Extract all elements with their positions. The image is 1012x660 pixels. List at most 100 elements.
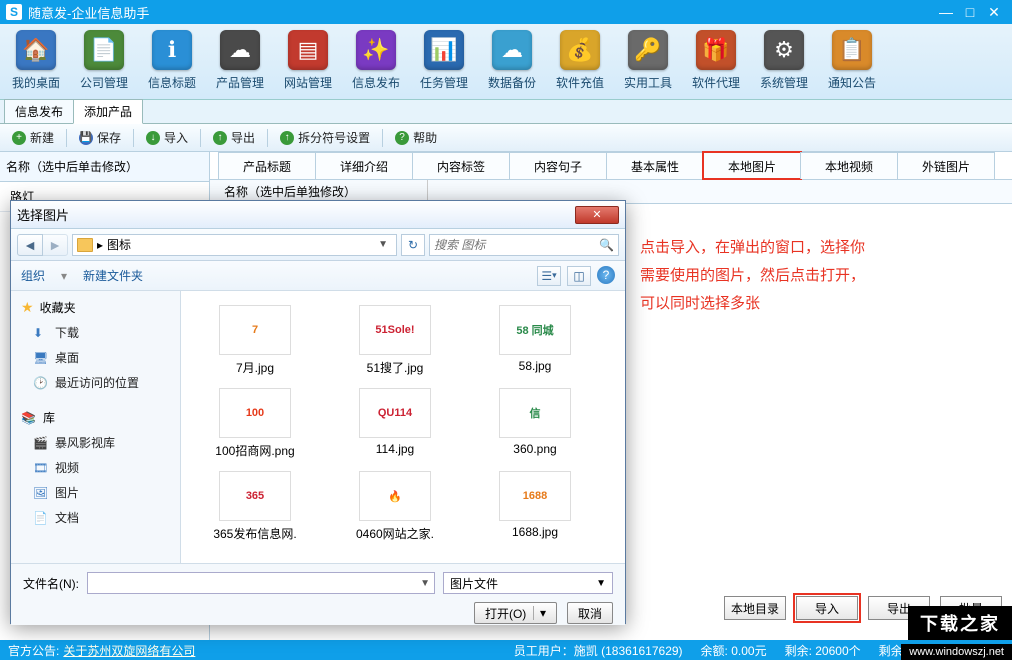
sidebar-item-bf[interactable]: 🎬暴风影视库 [11, 430, 180, 455]
file-list: 77月.jpg51Sole!51搜了.jpg58 同城58.jpg 100100招… [181, 291, 625, 563]
toolbar-item-2[interactable]: ℹ信息标题 [140, 30, 204, 99]
toolbar-icon: ⚙ [764, 30, 804, 70]
dialog-sidebar: ★收藏夹 ⬇下载 🖥桌面 🕑最近访问的位置 📚库 🎬暴风影视库 🎞视频 🖼图片 … [11, 291, 181, 563]
path-bar[interactable]: ▸ 图标 ▼ [72, 234, 397, 256]
titlebar: S 随意发-企业信息助手 — □ ✕ [0, 0, 1012, 24]
sidebar-favorites[interactable]: ★收藏夹 [11, 295, 180, 320]
new-folder-button[interactable]: 新建文件夹 [83, 267, 143, 284]
sidebar-item-downloads[interactable]: ⬇下载 [11, 320, 180, 345]
new-button[interactable]: +新建 [6, 127, 60, 148]
filename-input[interactable]: ▼ [87, 572, 435, 594]
path-dropdown-icon[interactable]: ▼ [374, 239, 392, 250]
file-tab-1[interactable]: 添加产品 [73, 99, 143, 124]
main-toolbar: 🏠我的桌面📄公司管理ℹ信息标题☁产品管理▤网站管理✨信息发布📊任务管理 ☁ 数据备份… [0, 24, 1012, 100]
watermark-url: www.windowszj.net [901, 644, 1012, 660]
refresh-button[interactable]: ↻ [401, 234, 425, 256]
sidebar-item-documents[interactable]: 📄文档 [11, 505, 180, 530]
view-mode-button[interactable]: ☰ ▾ [537, 266, 561, 286]
file-name: 7月.jpg [236, 359, 274, 376]
toolbar-icon: 🔑 [628, 30, 668, 70]
category-tab-3[interactable]: 内容句子 [509, 152, 607, 179]
toolbar-icon: 📊 [424, 30, 464, 70]
status-link[interactable]: 关于苏州双旋网络有公司 [63, 642, 195, 659]
search-bar[interactable]: 🔍 [429, 234, 619, 256]
sidebar-item-desktop[interactable]: 🖥桌面 [11, 345, 180, 370]
file-item[interactable]: 16881688.jpg [465, 465, 605, 548]
export-button[interactable]: ↑导出 [207, 127, 261, 148]
sidebar-item-video[interactable]: 🎞视频 [11, 455, 180, 480]
toolbar-item-11[interactable]: ⚙系统管理 [752, 30, 816, 99]
dialog-nav: ◄ ► ▸ 图标 ▼ ↻ 🔍 [11, 229, 625, 261]
toolbar-item-8[interactable]: 💰软件充值 [548, 30, 612, 99]
toolbar-item-10[interactable]: 🎁软件代理 [684, 30, 748, 99]
sidebar-item-recent[interactable]: 🕑最近访问的位置 [11, 370, 180, 395]
file-name: 100招商网.png [215, 442, 294, 459]
path-crumb[interactable]: 图标 [107, 236, 131, 253]
file-item[interactable]: 77月.jpg [185, 299, 325, 382]
toolbar-item-0[interactable]: 🏠我的桌面 [4, 30, 68, 99]
toolbar-item-9[interactable]: 🔑实用工具 [616, 30, 680, 99]
nav-fwd-button[interactable]: ► [42, 234, 68, 256]
file-item[interactable]: QU114114.jpg [325, 382, 465, 465]
preview-pane-button[interactable]: ◫ [567, 266, 591, 286]
toolbar-item-5[interactable]: ✨信息发布 [344, 30, 408, 99]
status-bar: 官方公告: 关于苏州双旋网络有公司 员工用户：施凯 (18361617629) … [0, 640, 1012, 660]
dialog-close-button[interactable]: ✕ [575, 206, 619, 224]
toolbar-icon: ☁ [492, 30, 532, 70]
minimize-button[interactable]: — [934, 4, 958, 20]
left-column-header: 名称（选中后单击修改） [0, 152, 209, 182]
maximize-button[interactable]: □ [958, 4, 982, 20]
file-item[interactable]: 信360.png [465, 382, 605, 465]
category-tab-5[interactable]: 本地图片 [703, 152, 801, 179]
toolbar-item-12[interactable]: 📋 通知公告 [820, 30, 884, 99]
cancel-button[interactable]: 取消 [567, 602, 613, 624]
toolbar-item-4[interactable]: ▤网站管理 [276, 30, 340, 99]
close-button[interactable]: ✕ [982, 4, 1006, 21]
library-icon: 📚 [21, 411, 37, 425]
search-icon[interactable]: 🔍 [599, 238, 614, 252]
category-tab-0[interactable]: 产品标题 [218, 152, 316, 179]
help-button[interactable]: ?帮助 [389, 127, 443, 148]
nav-back-button[interactable]: ◄ [17, 234, 43, 256]
path-sep: ▸ [97, 238, 103, 252]
toolbar-item-1[interactable]: 📄公司管理 [72, 30, 136, 99]
category-tab-4[interactable]: 基本属性 [606, 152, 704, 179]
toolbar-item-7[interactable]: ☁ 数据备份 [480, 30, 544, 99]
file-item[interactable]: 365365发布信息网. [185, 465, 325, 548]
file-tab-0[interactable]: 信息发布 [4, 99, 74, 123]
sub-toolbar: +新建 💾保存 ↓导入 ↑导出 ↑拆分符号设置 ?帮助 [0, 124, 1012, 152]
file-name: 1688.jpg [512, 525, 558, 539]
category-tab-1[interactable]: 详细介绍 [315, 152, 413, 179]
picture-icon: 🖼 [33, 486, 49, 500]
open-button[interactable]: 打开(O) ▾ [474, 602, 557, 624]
category-tab-6[interactable]: 本地视频 [800, 152, 898, 179]
search-input[interactable] [434, 238, 599, 252]
filetype-select[interactable]: 图片文件▼ [443, 572, 613, 594]
document-tabs: 信息发布添加产品 [0, 100, 1012, 124]
file-thumbnail: QU114 [359, 388, 431, 438]
action-button-1[interactable]: 导入 [796, 596, 858, 620]
file-thumbnail: 信 [499, 388, 571, 438]
sidebar-item-pictures[interactable]: 🖼图片 [11, 480, 180, 505]
file-item[interactable]: 100100招商网.png [185, 382, 325, 465]
desktop-icon: 🖥 [33, 351, 49, 365]
video-icon: 🎞 [33, 461, 49, 475]
action-button-0[interactable]: 本地目录 [724, 596, 786, 620]
file-item[interactable]: 58 同城58.jpg [465, 299, 605, 382]
toolbar-label: 通知公告 [828, 74, 876, 91]
file-item[interactable]: 51Sole!51搜了.jpg [325, 299, 465, 382]
category-tab-2[interactable]: 内容标签 [412, 152, 510, 179]
file-item[interactable]: 🔥0460网站之家. [325, 465, 465, 548]
sidebar-library[interactable]: 📚库 [11, 405, 180, 430]
toolbar-icon: 📋 [832, 30, 872, 70]
split-settings-button[interactable]: ↑拆分符号设置 [274, 127, 376, 148]
toolbar-item-6[interactable]: 📊任务管理 [412, 30, 476, 99]
dialog-toolbar: 组织 ▾ 新建文件夹 ☰ ▾ ◫ ? [11, 261, 625, 291]
toolbar-label: 数据备份 [488, 74, 536, 91]
organize-button[interactable]: 组织 [21, 267, 45, 284]
category-tab-7[interactable]: 外链图片 [897, 152, 995, 179]
save-button[interactable]: 💾保存 [73, 127, 127, 148]
import-button[interactable]: ↓导入 [140, 127, 194, 148]
toolbar-item-3[interactable]: ☁产品管理 [208, 30, 272, 99]
help-icon[interactable]: ? [597, 266, 615, 284]
